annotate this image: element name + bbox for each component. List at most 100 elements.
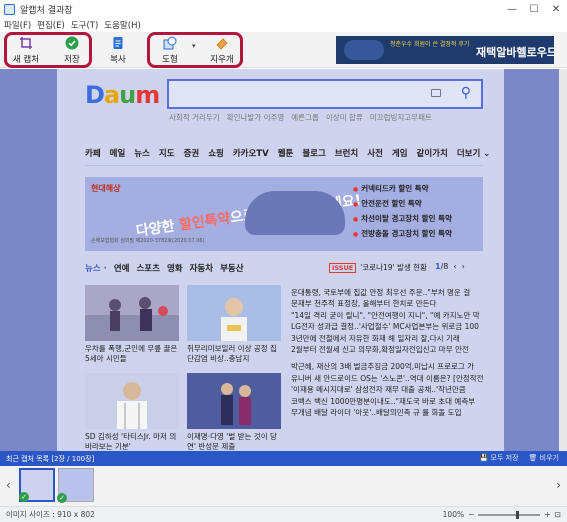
nav-item: 쇼핑 [208,149,224,159]
nav-item: 카카오TV [232,149,269,159]
headline: '이재용 메시지대로' 삼성전자 재무 대출 공채..'작년만큼 [291,385,466,395]
headline: 코백스 백신 1000만명분이내도.."재도국 바로 초대 예측부 [291,396,476,406]
zoom-out-button[interactable]: − [468,510,474,519]
app-icon [4,3,15,15]
ad-image [344,40,384,60]
nav-item: 더보기 ⌄ [456,149,491,159]
news-caption: 이재명·다영 '벌 받는 것이 당연' 반성문 제출 [187,432,277,451]
nav-item: 게임 [391,149,408,159]
fit-icon[interactable]: ⊡ [555,510,561,519]
quick-link: 미끄럽빙지고무패트 [369,113,432,122]
menu-bar: 파일(F) 편집(E) 도구(T) 도움말(H) [0,18,567,32]
next-arrow-icon[interactable]: › [556,478,561,492]
window-title: 알캡처 결과창 [20,5,73,16]
highlight-box-shape-eraser [147,32,243,68]
nav-item: 지도 [158,149,175,159]
headline: LG전자 성과급 결정..'사업철수' MC사업본부는 위로금 100 [291,322,479,332]
trash-icon: 🗑 [528,454,538,462]
keyboard-icon [431,89,441,97]
status-bar: 이미지 사이즈 : 910 x 802 100% − + ⊡ [0,506,567,522]
nav-item: 웹툰 [277,149,294,159]
nav-item: 사전 [367,149,383,159]
search-box: ⚲ [167,79,483,109]
daum-nav: 카페 메일 뉴스 지도 증권 쇼핑 카카오TV 웹툰 블로그 브런치 사전 게임… [85,147,490,159]
nav-item: 뉴스 [134,149,150,159]
image-size: 이미지 사이즈 : 910 x 802 [6,510,95,519]
daum-logo: Daum [85,81,160,109]
headline: 무개념 배달 라이더 '아웃'..배달의민족 규 률 화돌 도입 [291,408,462,418]
maximize-button[interactable]: ☐ [523,0,545,18]
ad-title: 재택알바헬로우드림 [476,46,554,59]
news-caption: SD 김하성 '타티스Jr. 마저 의 바라보는 기분' [85,432,177,451]
zoom-control: 100% − + ⊡ [443,510,561,519]
news-pager: 1/8 ‹ › [435,262,465,271]
nav-item: 블로그 [302,149,326,159]
quick-link: 이상미 합류 [325,113,363,122]
news-tab: 자동차 [189,264,214,274]
nav-item: 브런치 [334,149,359,159]
quick-link: 사회적 거리두기 [169,113,220,122]
check-icon: ✓ [57,493,67,503]
captured-image: Daum ⚲ 사회적 거리두기 확인나발가 이주영 예른그룹 이상미 합류 미끄… [57,69,504,451]
zoom-slider[interactable] [478,510,541,519]
banner-brand: 현대해상 [91,184,121,193]
news-thumbnail [187,373,281,429]
car-image [245,191,345,235]
menu-edit[interactable]: 편집(E) [37,19,65,31]
recent-captures-title: 최근 캡처 목록 [2장 / 100장] [6,454,95,463]
banner-specials: 커넥티드카 할인 특약 안전운전 할인 특약 차선이탈 경고장치 할인 특약 전… [353,183,452,239]
issue-text: '코로나19' 발생 현황 [360,263,427,272]
headline: 운대통령, 국토부에 집값 안정 최우선 주문.."부처 명운 걸 [291,288,471,297]
save-all-button[interactable]: 💾 모두 저장 [480,453,519,463]
prev-arrow-icon[interactable]: ‹ [6,478,11,492]
save-icon: 💾 [479,454,489,462]
issue-banner: ISSUE '코로나19' 발생 현황 [329,262,427,273]
copy-button[interactable]: 복사 [100,35,136,67]
vertical-scrollbar[interactable] [559,69,567,451]
close-button[interactable]: ✕ [545,0,567,18]
news-caption: 쥐무리미보일러 이상 공정 집단감염 비상..충남지 [187,344,277,363]
zoom-in-button[interactable]: + [544,510,550,519]
headline: 유니버 새 안드로이드 OS는 '스노콘'..역대 이름은? [안정작전 [291,373,484,383]
headline: 박근혜, 재산의 3배 벌금추징금 200억,미납시 프로로그 가 [291,362,475,372]
highlight-box-capture-save [4,32,92,68]
recent-thumbnail[interactable]: ✓ [19,468,55,502]
check-icon: ✓ [19,492,29,502]
divider [85,165,483,166]
pager-prev: ‹ [453,262,457,271]
headline: 2월부터 전월세 신고 의무화,확정일자전입신고 마무 안전 [291,345,469,355]
news-thumbnail [85,285,179,341]
headline: 3년만에 전철에서 자유한 화재 해 일자리 잘,다시 기래 [291,333,460,343]
image-canvas[interactable]: Daum ⚲ 사회적 거리두기 확인나발가 이주영 예른그룹 이상미 합류 미끄… [0,69,567,451]
menu-tools[interactable]: 도구(T) [71,19,98,31]
quick-links: 사회적 거리두기 확인나발가 이주영 예른그룹 이상미 합류 미끄럽빙지고무패트 [169,112,432,123]
search-icon: ⚲ [460,85,471,101]
insurance-banner: 현대해상 다양한 할인특약으로 안전 운전하세요! 커넥티드카 할인 특약 안전… [85,177,483,251]
ad-banner[interactable]: 청춘우수 회원이 쓴 결정적 후기 재택알바헬로우드림 [336,36,554,64]
issue-tag: ISSUE [329,262,357,273]
news-thumbnail [187,285,281,341]
headline: "14일 격리 굳이 릴니", "안전여행이 지니", "예 카지노만 막 [291,310,480,320]
ad-small-text: 청춘우수 회원이 쓴 결정적 후기 [390,41,470,48]
pager-next: › [461,262,465,271]
banner-fine-print: 손해보험협회 심의필 제2020-3782호(2020.07.06) [91,238,205,244]
recent-captures-header: 최근 캡처 목록 [2장 / 100장] 💾 모두 저장 🗑 비우기 [0,451,567,466]
menu-file[interactable]: 파일(F) [4,19,31,31]
news-tab: 스포츠 [136,264,160,274]
recent-thumbnail[interactable]: ✓ [57,468,94,503]
menu-help[interactable]: 도움말(H) [104,19,140,31]
news-tab: 연예 [113,264,130,274]
zoom-slider-thumb[interactable] [515,510,519,519]
nav-item: 증권 [183,149,200,159]
clear-button[interactable]: 🗑 비우기 [529,453,559,463]
document-icon [111,36,125,50]
headline: 문재부 천주적 표정장, 올해부터 한치로 만든다 [291,299,437,309]
recent-captures-panel: ‹ ✓ ✓ › [0,466,567,506]
news-tab: 영화 [166,264,183,274]
news-tab: 뉴스 · [85,264,107,274]
title-bar: 알캡처 결과창 — ☐ ✕ [0,0,567,18]
minimize-button[interactable]: — [501,0,523,18]
news-tabs: 뉴스 · 연예 스포츠 영화 자동차 부동산 [85,262,244,274]
nav-item: 메일 [109,149,126,159]
headline-list: 운대통령, 국토부에 집값 안정 최우선 주문.."부처 명운 걸 문재부 천주… [291,287,487,418]
